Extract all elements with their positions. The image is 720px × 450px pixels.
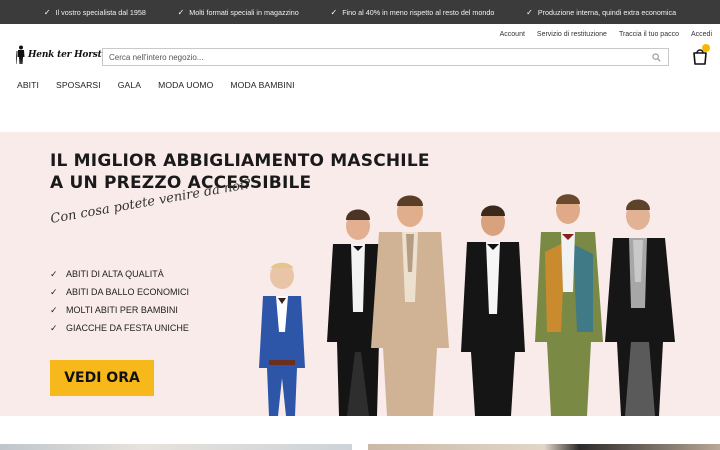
main-nav: ABITI SPOSARSI GALA MODA UOMO MODA BAMBI… xyxy=(17,80,312,90)
usp-item: ✓ Molti formati speciali in magazzino xyxy=(178,8,299,17)
check-icon: ✓ xyxy=(526,7,533,17)
nav-item-sposarsi[interactable]: SPOSARSI xyxy=(56,80,101,90)
usp-item: ✓ Il vostro specialista dal 1958 xyxy=(44,8,146,17)
feature-item: ✓ ABITI DA BALLO ECONOMICI xyxy=(50,283,189,301)
search-icon[interactable] xyxy=(648,49,664,65)
check-icon: ✓ xyxy=(50,268,58,279)
check-icon: ✓ xyxy=(50,322,58,333)
hero-banner: IL MIGLIOR ABBIGLIAMENTO MASCHILE A UN P… xyxy=(0,132,720,416)
model-child xyxy=(259,262,305,416)
feature-list: ✓ ABITI DI ALTA QUALITÀ ✓ ABITI DA BALLO E… xyxy=(50,265,189,337)
logo-text: Henk ter Horst xyxy=(28,50,102,60)
top-links: Account Servizio di restituzione Traccia… xyxy=(500,31,712,38)
model-man xyxy=(605,199,675,416)
account-link[interactable]: Account xyxy=(500,31,525,38)
usp-text: Produzione interna, quindi extra economi… xyxy=(537,7,677,17)
see-now-button[interactable]: VEDI ORA xyxy=(50,360,154,396)
feature-text: ABITI DI ALTA QUALITÀ xyxy=(66,269,164,279)
usp-item: ✓ Produzione interna, quindi extra econom… xyxy=(526,8,676,17)
check-icon: ✓ xyxy=(177,7,185,17)
logo-silhouette-icon xyxy=(16,45,25,65)
category-image-left[interactable] xyxy=(0,444,352,450)
usp-text: Fino al 40% in meno rispetto al resto de… xyxy=(342,7,495,17)
feature-item: ✓ MOLTI ABITI PER BAMBINI xyxy=(50,301,189,319)
hero-title-line: IL MIGLIOR ABBIGLIAMENTO MASCHILE xyxy=(50,151,430,171)
feature-item: ✓ ABITI DI ALTA QUALITÀ xyxy=(50,265,189,283)
search-bar xyxy=(102,48,669,66)
usp-text: Il vostro specialista dal 1958 xyxy=(55,7,146,17)
check-icon: ✓ xyxy=(43,7,51,17)
check-icon: ✓ xyxy=(50,304,58,315)
cart-button[interactable] xyxy=(691,44,711,66)
search-input[interactable] xyxy=(103,49,648,65)
feature-text: ABITI DA BALLO ECONOMICI xyxy=(66,287,190,297)
login-link[interactable]: Accedi xyxy=(691,31,712,38)
usp-item: ✓ Fino al 40% in meno rispetto al resto d… xyxy=(330,8,494,17)
check-icon: ✓ xyxy=(50,286,58,297)
nav-item-gala[interactable]: GALA xyxy=(118,80,141,90)
returns-link[interactable]: Servizio di restituzione xyxy=(537,31,607,38)
check-icon: ✓ xyxy=(330,7,338,17)
model-man xyxy=(371,195,449,416)
track-package-link[interactable]: Traccia il tuo pacco xyxy=(619,31,679,38)
model-man xyxy=(461,205,525,416)
logo[interactable]: Henk ter Horst xyxy=(16,45,102,65)
hero-models-image xyxy=(259,194,675,416)
feature-text: MOLTI ABITI PER BAMBINI xyxy=(66,305,178,315)
feature-item: ✓ GIACCHE DA FESTA UNICHE xyxy=(50,319,189,337)
nav-item-abiti[interactable]: ABITI xyxy=(17,80,39,90)
usp-bar: ✓ Il vostro specialista dal 1958 ✓ Molti f… xyxy=(0,0,720,24)
model-man xyxy=(535,194,603,416)
nav-item-moda-uomo[interactable]: MODA UOMO xyxy=(158,80,213,90)
cart-badge xyxy=(702,44,710,52)
usp-text: Molti formati speciali in magazzino xyxy=(189,7,299,17)
category-image-right[interactable] xyxy=(368,444,720,450)
feature-text: GIACCHE DA FESTA UNICHE xyxy=(66,323,189,333)
nav-item-moda-bambini[interactable]: MODA BAMBINI xyxy=(230,80,294,90)
site-header: Account Servizio di restituzione Traccia… xyxy=(0,24,720,132)
